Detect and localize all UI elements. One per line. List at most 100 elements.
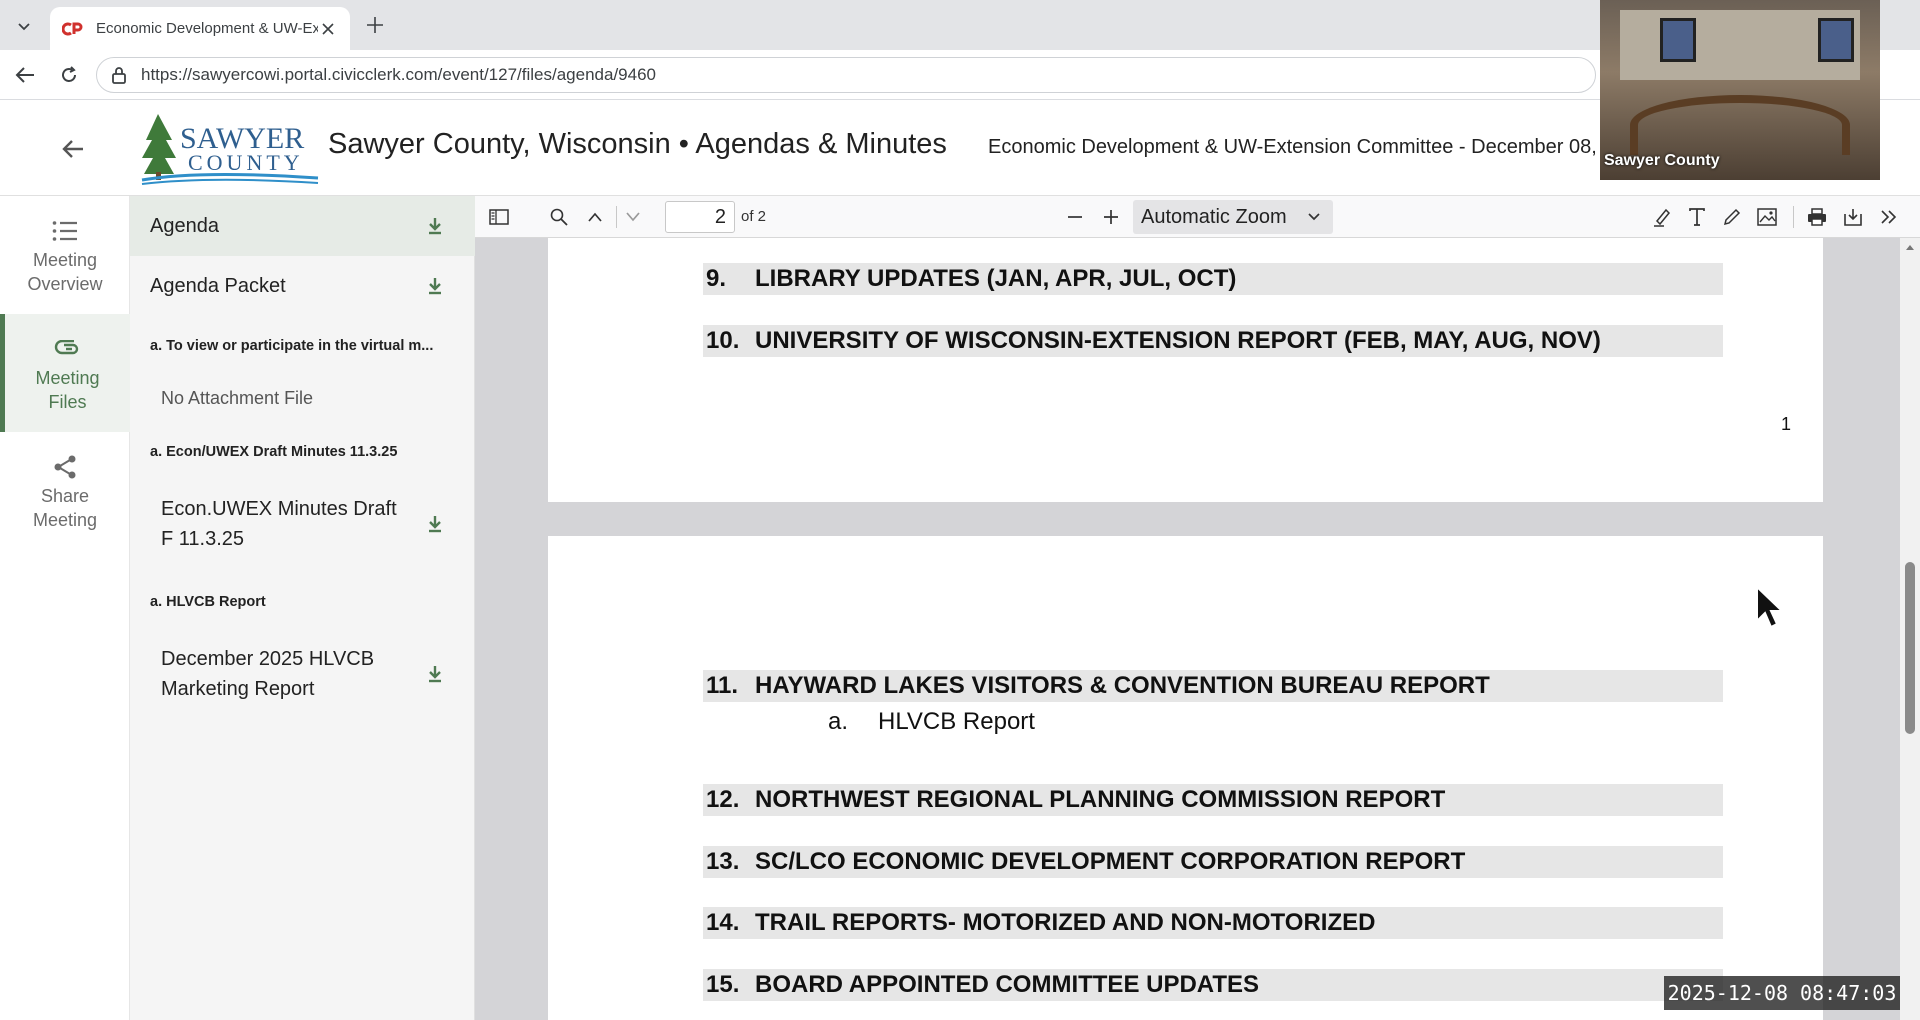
rail-item-meeting-files[interactable]: Meeting Files: [0, 314, 130, 432]
file-agenda-packet[interactable]: Agenda Packet: [130, 256, 475, 316]
url-omnibox[interactable]: https://sawyercowi.portal.civicclerk.com…: [96, 57, 1596, 93]
draw-pen-icon[interactable]: [1718, 203, 1746, 231]
agenda-item-13: 13. SC/LCO ECONOMIC DEVELOPMENT CORPORAT…: [703, 846, 1723, 878]
share-icon: [50, 452, 80, 482]
previous-page-icon[interactable]: [581, 203, 609, 231]
agenda-item-text: HAYWARD LAKES VISITORS & CONVENTION BURE…: [755, 672, 1490, 699]
save-download-icon[interactable]: [1839, 203, 1867, 231]
mouse-cursor-icon: [1755, 584, 1785, 629]
agenda-item-14: 14. TRAIL REPORTS- MOTORIZED AND NON-MOT…: [703, 907, 1723, 939]
civicclerk-favicon-icon: [62, 21, 84, 37]
agenda-item-text: UNIVERSITY OF WISCONSIN-EXTENSION REPORT…: [755, 327, 1601, 354]
webcam-tv-screen: [1660, 18, 1696, 62]
rail-label-line1: Share: [40, 486, 90, 506]
zoom-in-icon[interactable]: [1097, 203, 1125, 231]
download-icon[interactable]: [423, 512, 447, 536]
pdf-toolbar: 2 of 2 Automatic Zoom: [475, 196, 1920, 238]
text-tool-icon[interactable]: [1683, 203, 1711, 231]
highlight-icon[interactable]: [1648, 203, 1676, 231]
agenda-item-number: 10.: [706, 327, 740, 354]
print-icon[interactable]: [1803, 203, 1831, 231]
back-arrow-icon[interactable]: [58, 134, 88, 164]
section-heading: a. Econ/UWEX Draft Minutes 11.3.25: [150, 444, 398, 460]
agenda-item-number: 11.: [706, 672, 739, 699]
agenda-item-number: 14.: [706, 909, 740, 936]
file-econ-uwex-minutes[interactable]: Econ.UWEX Minutes Draft F 11.3.25: [130, 492, 475, 556]
pdf-viewer-canvas[interactable]: 9. LIBRARY UPDATES (JAN, APR, JUL, OCT) …: [475, 238, 1900, 1020]
agenda-item-12: 12. NORTHWEST REGIONAL PLANNING COMMISSI…: [703, 784, 1723, 816]
pdf-scrollbar[interactable]: [1900, 238, 1920, 1020]
url-text: https://sawyercowi.portal.civicclerk.com…: [141, 65, 656, 84]
scrollbar-thumb[interactable]: [1905, 562, 1915, 734]
file-label: Econ.UWEX Minutes Draft F 11.3.25: [161, 494, 423, 554]
section-heading: a. HLVCB Report: [150, 594, 266, 610]
download-icon[interactable]: [423, 274, 447, 298]
webcam-video-overlay: Sawyer County: [1600, 0, 1880, 180]
back-arrow-icon[interactable]: [12, 62, 38, 88]
file-hlvcb-marketing-report[interactable]: December 2025 HLVCB Marketing Report: [130, 642, 475, 706]
rail-label-line2: Files: [48, 392, 87, 412]
tab-title: Economic Development & UW-Ext: [96, 20, 318, 37]
agenda-item-number: 15.: [706, 971, 740, 998]
tab-list-chevron-icon[interactable]: [8, 10, 40, 42]
rail-item-share-meeting[interactable]: Share Meeting: [0, 432, 130, 550]
agenda-item-number: 12.: [706, 786, 740, 813]
download-icon[interactable]: [423, 662, 447, 686]
new-tab-plus-icon[interactable]: [362, 12, 388, 38]
file-label-line1: December 2025 HLVCB: [161, 648, 375, 670]
add-image-icon[interactable]: [1753, 203, 1781, 231]
scroll-up-arrow-icon[interactable]: [1904, 242, 1916, 252]
agenda-item-text: LIBRARY UPDATES (JAN, APR, JUL, OCT): [755, 265, 1237, 292]
zoom-out-icon[interactable]: [1061, 203, 1089, 231]
toolbar-separator: [616, 206, 617, 228]
section-heading: a. To view or participate in the virtual…: [150, 338, 434, 354]
site-info-lock-icon[interactable]: [109, 65, 129, 85]
agenda-item-10: 10. UNIVERSITY OF WISCONSIN-EXTENSION RE…: [703, 325, 1723, 357]
agenda-item-15: 15. BOARD APPOINTED COMMITTEE UPDATES: [703, 969, 1723, 1001]
webcam-meeting-table: [1630, 95, 1850, 155]
pdf-page-1: 9. LIBRARY UPDATES (JAN, APR, JUL, OCT) …: [548, 238, 1823, 502]
toolbar-separator: [1793, 206, 1794, 228]
file-label: Agenda: [150, 215, 219, 237]
no-attachment-text: No Attachment File: [161, 388, 314, 408]
browser-tab[interactable]: Economic Development & UW-Ext: [50, 7, 350, 50]
rail-item-meeting-overview[interactable]: Meeting Overview: [0, 196, 130, 314]
sub-item-letter: a.: [828, 708, 849, 735]
zoom-select-value: Automatic Zoom: [1141, 205, 1287, 228]
file-label: Agenda Packet: [150, 275, 286, 297]
rail-label-line1: Meeting: [32, 250, 98, 270]
zoom-select[interactable]: Automatic Zoom: [1133, 200, 1333, 234]
agenda-item-text: SC/LCO ECONOMIC DEVELOPMENT CORPORATION …: [755, 848, 1466, 875]
sidebar-toggle-icon[interactable]: [485, 203, 513, 231]
page-count-label: of 2: [741, 208, 767, 225]
rail-label-line1: Meeting: [35, 368, 100, 388]
download-icon[interactable]: [423, 214, 447, 238]
next-page-icon[interactable]: [619, 203, 647, 231]
agenda-item-9: 9. LIBRARY UPDATES (JAN, APR, JUL, OCT): [703, 263, 1723, 295]
page-number-input[interactable]: 2: [665, 201, 735, 233]
agenda-item-11: 11. HAYWARD LAKES VISITORS & CONVENTION …: [703, 670, 1723, 702]
meeting-title: Economic Development & UW-Extension Comm…: [988, 136, 1597, 158]
file-agenda[interactable]: Agenda: [130, 196, 475, 256]
meeting-files-panel: Agenda Agenda Packet a. To view or parti…: [130, 196, 475, 1020]
more-tools-chevron-icon[interactable]: [1875, 203, 1903, 231]
file-label-line2: F 11.3.25: [161, 528, 245, 550]
rail-label-line2: Meeting: [32, 510, 98, 530]
agenda-item-number: 13.: [706, 848, 740, 875]
webcam-label: Sawyer County: [1604, 152, 1720, 169]
page-number: 1: [1781, 414, 1792, 434]
tab-close-icon[interactable]: [318, 19, 338, 39]
agenda-item-text: TRAIL REPORTS- MOTORIZED AND NON-MOTORIZ…: [755, 909, 1376, 936]
sawyer-county-logo[interactable]: SAWYER COUNTY: [140, 110, 320, 186]
list-icon: [50, 216, 80, 246]
file-label-line2: Marketing Report: [161, 678, 315, 700]
logo-line2: COUNTY: [188, 150, 304, 175]
search-icon[interactable]: [545, 203, 573, 231]
chevron-down-icon: [1305, 208, 1323, 226]
agenda-sub-item-11a: a. HLVCB Report: [828, 708, 1035, 736]
webcam-tv-screen: [1818, 18, 1854, 62]
site-title: Sawyer County, Wisconsin • Agendas & Min…: [328, 128, 947, 160]
reload-icon[interactable]: [56, 62, 82, 88]
paperclip-icon: [53, 334, 83, 364]
agenda-item-number: 9.: [706, 265, 727, 292]
